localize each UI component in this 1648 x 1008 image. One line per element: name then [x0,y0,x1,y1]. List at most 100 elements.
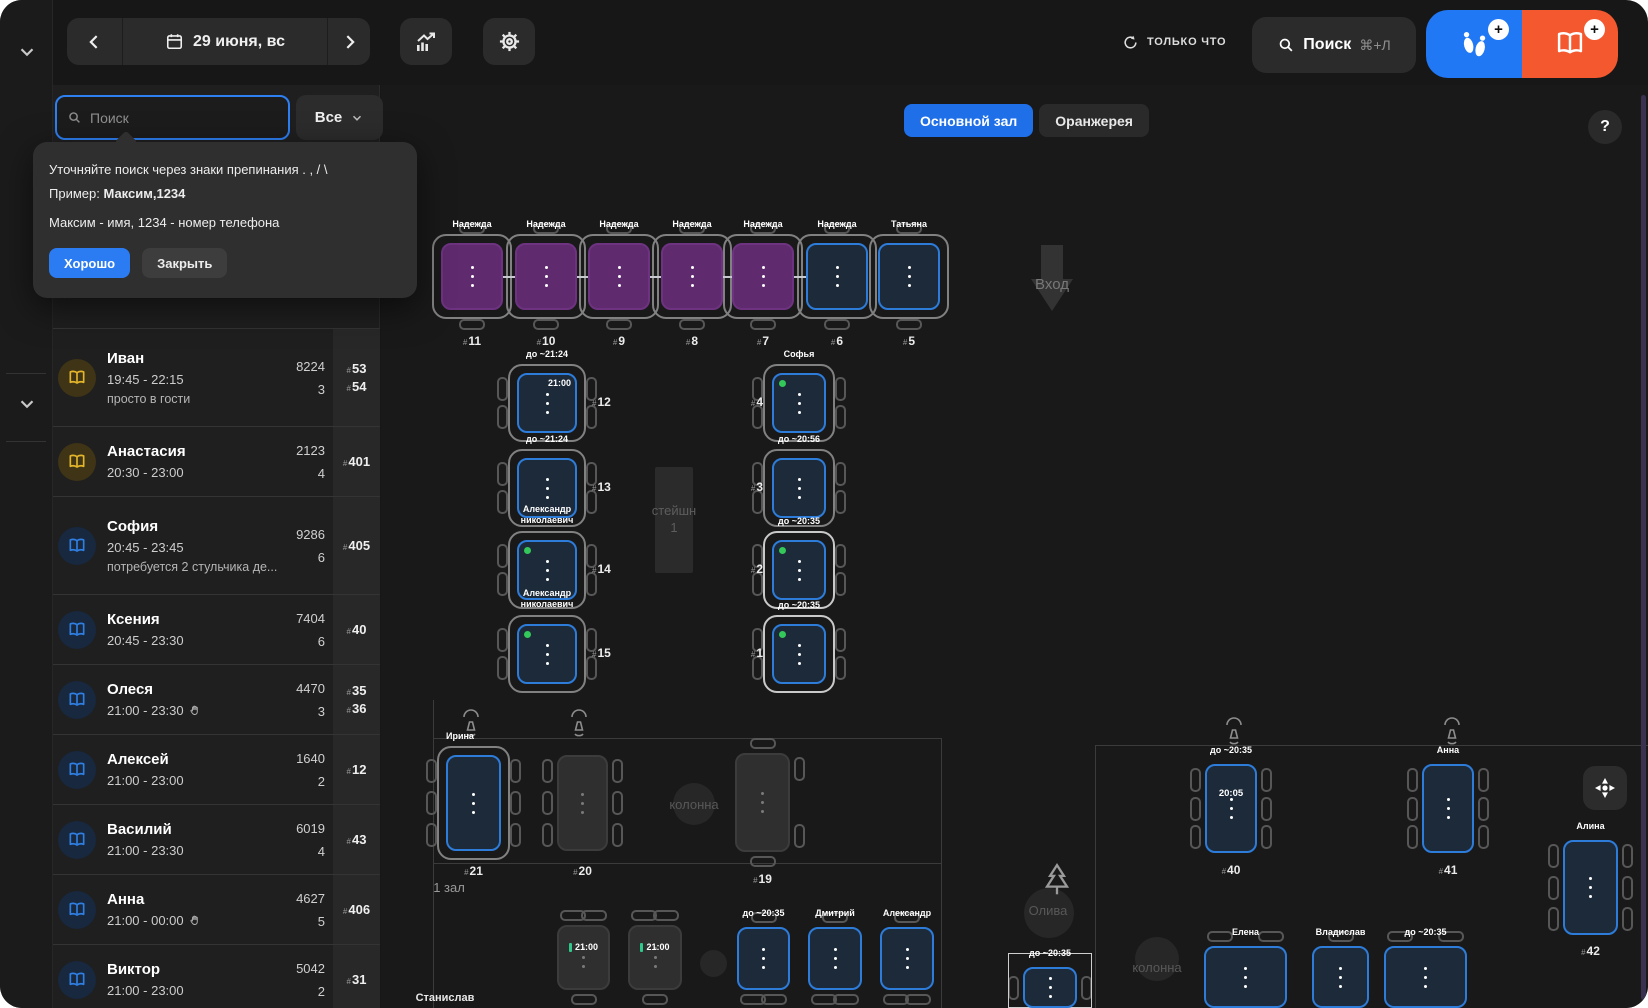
table-42[interactable] [1563,840,1618,935]
table-number: #42 [1581,944,1600,958]
table-b1[interactable]: 21:00 [557,925,610,990]
table-2[interactable] [772,540,826,600]
reservation-row[interactable]: Ксения 20:45 - 23:30 7404 6 #40 [53,594,380,664]
table-time-badge: 21:00 [630,942,680,952]
date-navigator: 29 июня, вс [67,18,370,65]
reservation-row[interactable]: Иван 19:45 - 22:15 просто в гости 8224 3 #53 #… [53,328,380,426]
table-number: #6 [830,334,844,348]
table-b5[interactable] [880,927,934,990]
reservation-info: Ксения 20:45 - 23:30 [101,611,287,648]
table-seats-dots [880,245,938,308]
reservation-row[interactable]: Виктор 21:00 - 23:00 5042 2 #31 [53,944,380,1008]
tab-orangery[interactable]: Оранжерея [1039,104,1149,137]
guest-count: 2 [317,983,325,999]
table-number: #21 [464,864,483,878]
stats-button[interactable] [400,18,452,65]
table-7[interactable] [732,243,794,310]
table-11[interactable] [441,243,503,310]
table-number: #406 [342,902,371,917]
table-3[interactable] [772,458,826,518]
reservation-row[interactable]: Анна 21:00 - 00:00 4627 5 #406 [53,874,380,944]
table-label: до ~20:56 [778,434,820,444]
guest-search-input[interactable]: Поиск [55,95,290,140]
add-walkin-button[interactable]: + [1426,10,1522,78]
table-seats-dots [734,245,792,308]
plan-text: Олива [1028,903,1068,918]
search-hint-popover: Уточняйте поиск через знаки препинания .… [33,130,417,298]
refresh-status-button[interactable]: ТОЛЬКО ЧТО [1122,28,1226,56]
chair-icon [581,910,607,921]
table-10[interactable] [515,243,577,310]
chair-icon [533,319,559,330]
table-label: Александр николаевич [520,504,574,526]
reservation-meta: 1640 2 [287,751,333,789]
reservation-row[interactable]: София 20:45 - 23:45 потребуется 2 стульчик… [53,496,380,594]
table-oliva[interactable] [1023,967,1077,1008]
reservation-row[interactable]: Василий 21:00 - 23:30 6019 4 #43 [53,804,380,874]
reservation-time: 21:00 - 23:00 [107,983,184,998]
collapse-mid-chevron-icon[interactable] [14,393,40,415]
chair-icon [497,377,508,401]
tab-main-hall[interactable]: Основной зал [904,104,1034,137]
reservation-time: 20:45 - 23:30 [107,633,184,648]
table-15[interactable] [517,624,577,684]
table-12[interactable]: 21:00 [517,373,577,433]
locate-button[interactable] [1583,766,1627,810]
table-b4[interactable] [808,927,862,990]
next-day-button[interactable] [328,18,370,65]
footprints-icon [1463,32,1486,57]
table-b3[interactable] [737,927,790,990]
settings-button[interactable] [483,18,535,65]
table-seats-dots [448,757,499,849]
table-b2[interactable]: 21:00 [628,925,682,990]
table-4[interactable] [772,373,826,433]
table-label: Татьяна [891,219,927,229]
filter-dropdown[interactable]: Все [296,95,383,140]
chair-icon [835,572,846,596]
table-1[interactable] [772,624,826,684]
hint-line3: Максим - имя, 1234 - номер телефона [49,215,280,230]
chair-icon [497,656,508,680]
reservation-info: София 20:45 - 23:45 потребуется 2 стульчик… [101,518,287,574]
collapse-top-chevron-icon[interactable] [14,41,40,63]
global-search-button[interactable]: Поиск ⌘+Л [1252,17,1416,73]
table-20[interactable] [557,755,608,851]
table-9[interactable] [588,243,650,310]
table-number: #40 [346,622,367,637]
hint-ok-button[interactable]: Хорошо [49,248,131,278]
help-button[interactable]: ? [1588,110,1622,144]
reservation-info: Олеся 21:00 - 23:30 [101,681,287,718]
reservation-row[interactable]: Анастасия 20:30 - 23:00 2123 4 #401 [53,426,380,496]
table-connector [503,275,515,278]
prev-day-button[interactable] [67,18,122,65]
hint-close-button[interactable]: Закрыть [142,248,228,278]
reservation-row[interactable]: Алексей 21:00 - 23:00 1640 2 #12 [53,734,380,804]
add-reservation-button[interactable]: + [1522,10,1618,78]
table-8[interactable] [661,243,723,310]
table-40[interactable]: 20:05 [1205,764,1257,853]
table-number: #43 [346,832,367,847]
chair-icon [642,994,668,1005]
table-19[interactable] [735,753,790,852]
table-label: до ~20:35 [778,516,820,526]
table-number: #41 [1438,863,1458,877]
book-circle-icon [58,358,96,397]
reservation-row[interactable]: Олеся 21:00 - 23:30 4470 3 #35 #36 [53,664,380,734]
search-shortcut: ⌘+Л [1359,36,1391,53]
chair-icon [653,910,679,921]
table-41[interactable] [1422,764,1474,853]
chair-icon [1478,825,1489,849]
table-vlad[interactable] [1312,946,1369,1008]
table-seats-dots [1025,969,1075,1006]
table-5[interactable] [878,243,940,310]
table-elena[interactable] [1204,946,1287,1008]
hand-icon [189,704,201,717]
table-6[interactable] [806,243,868,310]
date-picker-button[interactable]: 29 июня, вс [123,18,327,65]
table-21[interactable] [446,755,501,851]
table-r2035[interactable] [1384,946,1467,1008]
book-icon [1557,32,1583,54]
table-number: #15 [592,646,611,660]
chair-icon [794,757,805,781]
plan-scrollbar[interactable] [1641,95,1646,1000]
